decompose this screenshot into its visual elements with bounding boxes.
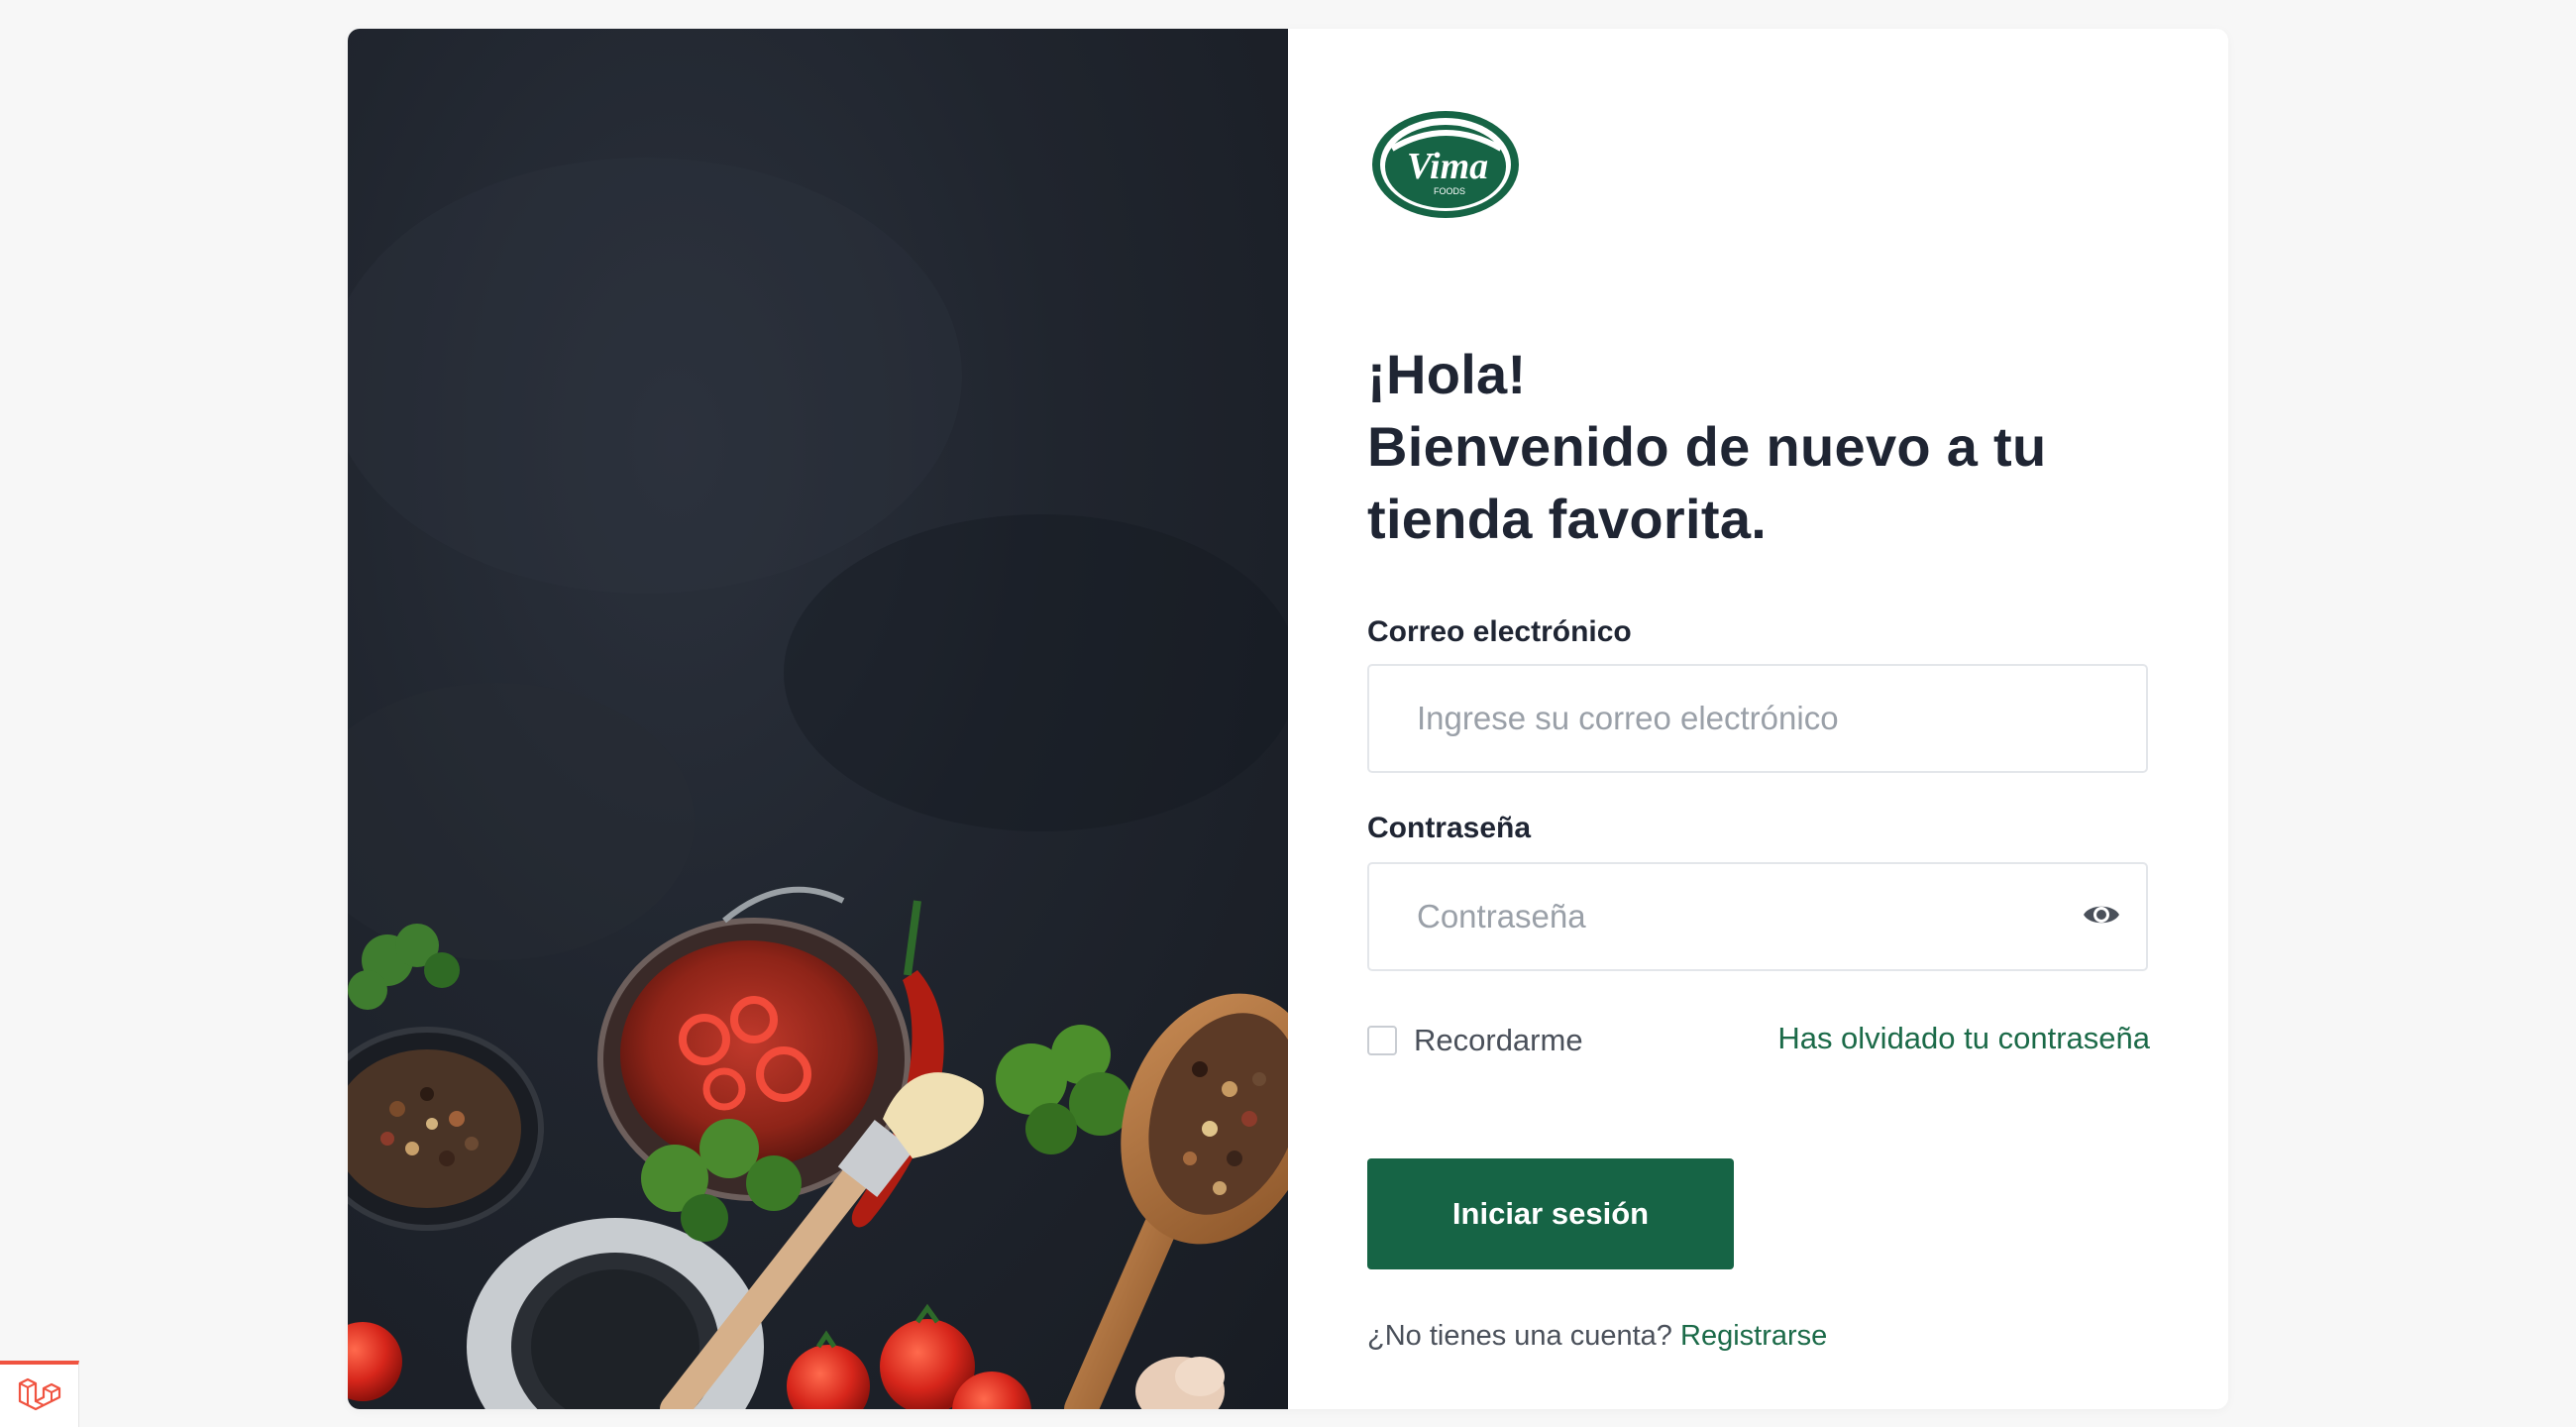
email-label: Correo electrónico <box>1367 615 1632 648</box>
remember-checkbox[interactable] <box>1367 1026 1397 1055</box>
forgot-password-link[interactable]: Has olvidado tu contraseña <box>1777 1021 2150 1056</box>
remember-label: Recordarme <box>1414 1023 1583 1057</box>
eye-icon[interactable] <box>2082 897 2121 933</box>
hero-food-image <box>348 29 1288 1409</box>
greeting-line-3: tienda favorita. <box>1367 488 1768 550</box>
password-label: Contraseña <box>1367 812 1532 844</box>
password-field[interactable] <box>1367 862 2148 971</box>
login-button[interactable]: Iniciar sesión <box>1367 1158 1734 1269</box>
greeting-line-1: ¡Hola! <box>1367 343 1527 405</box>
vima-foods-logo: Vima FOODS <box>1370 109 1521 220</box>
email-field[interactable] <box>1367 664 2148 773</box>
peppercorn-bowl <box>348 1027 544 1231</box>
register-prompt: ¿No tienes una cuenta? Registrarse <box>1367 1320 1827 1353</box>
laravel-icon <box>18 1377 60 1410</box>
food-illustration <box>348 158 1288 1409</box>
page-title: ¡Hola! Bienvenido de nuevo a tu tienda f… <box>1367 338 2047 555</box>
greeting-line-2: Bienvenido de nuevo a tu <box>1367 415 2047 478</box>
login-card: Vima FOODS ¡Hola! Bienvenido de nuevo a … <box>348 29 2228 1409</box>
jar-lid <box>467 1218 764 1409</box>
laravel-debug-badge[interactable] <box>0 1361 79 1427</box>
parsley-right <box>996 1025 1132 1154</box>
pepper-spoon <box>1064 993 1288 1409</box>
no-account-text: ¿No tienes una cuenta? <box>1367 1320 1672 1352</box>
brand-name: Vima <box>1407 146 1488 187</box>
register-link[interactable]: Registrarse <box>1680 1320 1827 1352</box>
brand-sub: FOODS <box>1434 186 1465 196</box>
remember-me[interactable]: Recordarme <box>1367 1023 1583 1058</box>
login-form-pane: Vima FOODS ¡Hola! Bienvenido de nuevo a … <box>1288 29 2228 1409</box>
garlic <box>1135 1357 1225 1409</box>
